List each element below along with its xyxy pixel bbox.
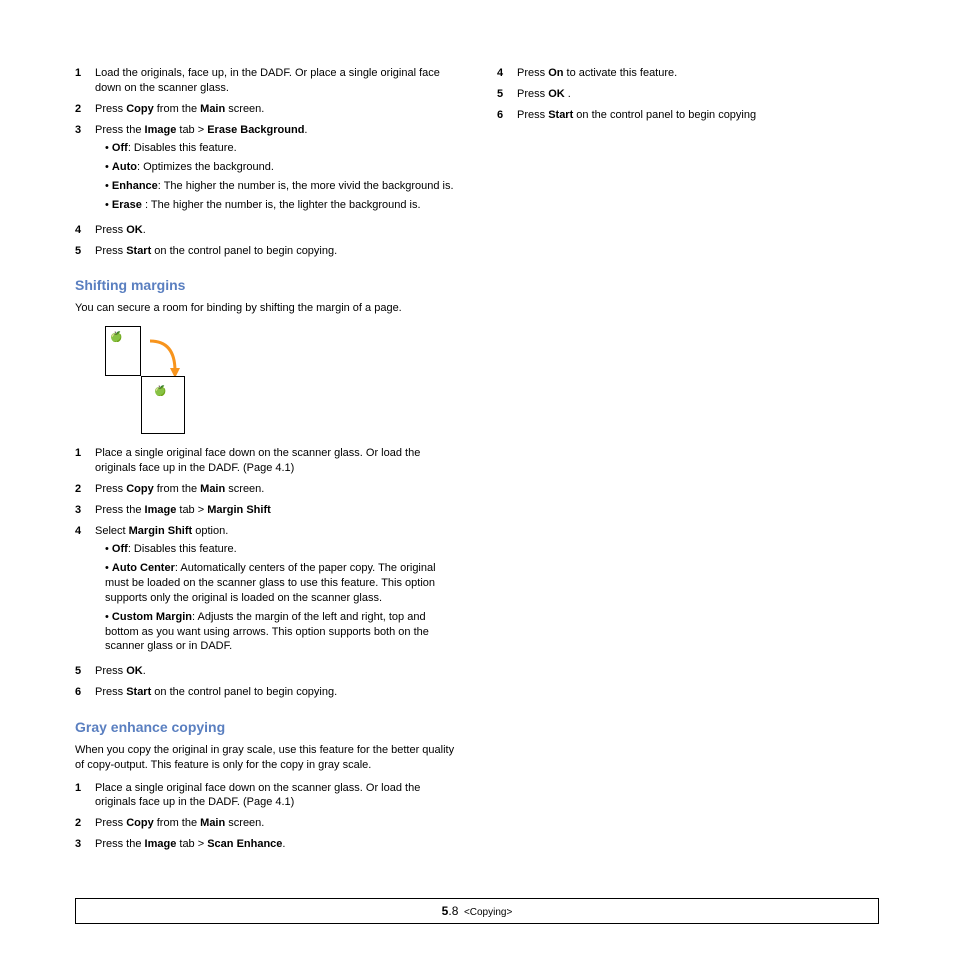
gray-intro: When you copy the original in gray scale… (75, 743, 457, 773)
step-text: Press Copy from the Main screen. (95, 482, 457, 497)
step-text: Press Start on the control panel to begi… (517, 108, 879, 123)
step-text: Press Start on the control panel to begi… (95, 685, 457, 700)
step-text: Press On to activate this feature. (517, 66, 879, 81)
step-text: Press the Image tab > Margin Shift (95, 503, 457, 518)
margin-shift-diagram: 🍏 🍏 (105, 326, 245, 436)
left-column: 1Load the originals, face up, in the DAD… (75, 60, 457, 858)
step-text: Press Copy from the Main screen. (95, 102, 457, 117)
right-column: 4Press On to activate this feature. 5Pre… (497, 60, 879, 858)
shifting-intro: You can secure a room for binding by shi… (75, 301, 457, 316)
step-text: Select Margin Shift option. • Off: Disab… (95, 524, 457, 659)
step-text: Press OK. (95, 223, 457, 238)
heading-shifting-margins: Shifting margins (75, 276, 457, 295)
step-text: Press Start on the control panel to begi… (95, 244, 457, 259)
shifting-steps: 1Place a single original face down on th… (75, 446, 457, 700)
step-text: Load the originals, face up, in the DADF… (95, 66, 457, 96)
right-steps: 4Press On to activate this feature. 5Pre… (497, 66, 879, 123)
step-text: Press the Image tab > Scan Enhance. (95, 837, 457, 852)
step-text: Press OK . (517, 87, 879, 102)
step-text: Place a single original face down on the… (95, 781, 457, 811)
heading-gray-enhance: Gray enhance copying (75, 718, 457, 737)
step-text: Press the Image tab > Erase Background. … (95, 123, 457, 217)
step-text: Press Copy from the Main screen. (95, 816, 457, 831)
step-text: Place a single original face down on the… (95, 446, 457, 476)
gray-steps: 1Place a single original face down on th… (75, 781, 457, 852)
step-text: Press OK. (95, 664, 457, 679)
page-footer: 5.8 <Copying> (75, 898, 879, 925)
erase-background-steps: 1Load the originals, face up, in the DAD… (75, 66, 457, 258)
